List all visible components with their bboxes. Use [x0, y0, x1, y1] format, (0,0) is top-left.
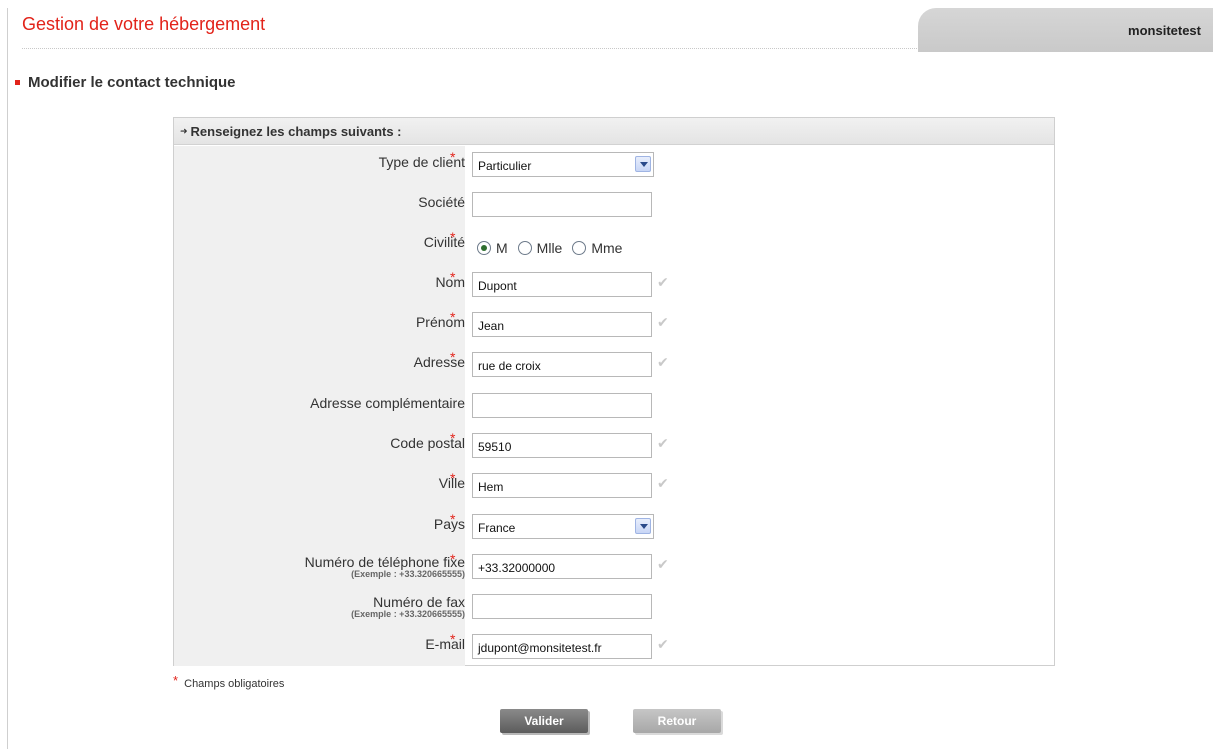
checkmark-icon: ✔ — [657, 354, 669, 370]
telephone-input[interactable]: +33.32000000 — [472, 554, 652, 579]
type-client-value: Particulier — [478, 159, 532, 173]
radio-mlle-label[interactable]: Mlle — [537, 240, 563, 256]
required-mark: * — [450, 631, 456, 647]
ville-input[interactable]: Hem — [472, 473, 652, 498]
label-civilite: Civilité — [423, 234, 465, 250]
page-title: Gestion de votre hébergement — [22, 14, 266, 34]
civilite-radio-group: M Mlle Mme — [477, 240, 632, 256]
chevron-down-icon[interactable] — [635, 156, 651, 172]
mandatory-note-text: Champs obligatoires — [184, 678, 285, 690]
label-prenom: Prénom — [415, 314, 465, 330]
required-mark: * — [450, 229, 456, 245]
form-header-text: Renseignez les champs suivants : — [190, 123, 402, 139]
checkmark-icon: ✔ — [657, 636, 669, 652]
required-mark: * — [173, 673, 179, 688]
required-mark: * — [450, 269, 456, 285]
required-mark: * — [450, 430, 456, 446]
valider-button[interactable]: Valider — [500, 709, 588, 733]
mandatory-note: * Champs obligatoires — [173, 673, 285, 690]
nom-input[interactable]: Dupont — [472, 272, 652, 297]
site-name: monsitetest — [1128, 23, 1201, 38]
type-client-select[interactable]: Particulier — [472, 152, 654, 177]
required-mark: * — [450, 470, 456, 486]
label-telephone: Numéro de téléphone fixe — [304, 554, 465, 570]
adresse-comp-input[interactable] — [472, 393, 652, 418]
telephone-hint: (Exemple : +33.320665555) — [351, 569, 465, 579]
arrow-right-icon: ➜ — [180, 125, 188, 136]
checkmark-icon: ✔ — [657, 314, 669, 330]
bullet-icon — [15, 80, 20, 85]
retour-button[interactable]: Retour — [633, 709, 721, 733]
required-mark: * — [450, 551, 456, 567]
email-input[interactable]: jdupont@monsitetest.fr — [472, 634, 652, 659]
checkmark-icon: ✔ — [657, 435, 669, 451]
chevron-down-icon[interactable] — [635, 518, 651, 534]
fax-hint: (Exemple : +33.320665555) — [351, 609, 465, 619]
required-mark: * — [450, 511, 456, 527]
label-email: E-mail — [425, 636, 465, 652]
radio-mme[interactable] — [572, 241, 587, 255]
section-title-text: Modifier le contact technique — [28, 74, 236, 91]
form-header: ➜ Renseignez les champs suivants : — [174, 118, 1054, 145]
required-mark: * — [450, 149, 456, 165]
prenom-input[interactable]: Jean — [472, 312, 652, 337]
adresse-input[interactable]: rue de croix — [472, 352, 652, 377]
label-adresse-comp: Adresse complémentaire — [310, 395, 465, 411]
societe-input[interactable] — [472, 192, 652, 217]
label-fax: Numéro de fax — [373, 594, 465, 610]
title-divider — [22, 48, 917, 49]
pays-value: France — [478, 521, 516, 535]
label-adresse: Adresse — [413, 354, 465, 370]
code-postal-input[interactable]: 59510 — [472, 433, 652, 458]
site-tab: monsitetest — [918, 8, 1213, 52]
label-societe: Société — [418, 194, 465, 210]
checkmark-icon: ✔ — [657, 274, 669, 290]
checkmark-icon: ✔ — [657, 556, 669, 572]
section-title: Modifier le contact technique — [15, 74, 236, 91]
required-mark: * — [450, 349, 456, 365]
radio-m[interactable] — [477, 241, 491, 255]
checkmark-icon: ✔ — [657, 475, 669, 491]
radio-mme-label[interactable]: Mme — [591, 240, 622, 256]
radio-mlle[interactable] — [517, 241, 532, 255]
radio-m-label[interactable]: M — [496, 240, 508, 256]
pays-select[interactable]: France — [472, 514, 654, 539]
required-mark: * — [450, 309, 456, 325]
contact-form: ➜ Renseignez les champs suivants : Type … — [173, 117, 1055, 666]
frame-border — [7, 8, 8, 749]
fax-input[interactable] — [472, 594, 652, 619]
